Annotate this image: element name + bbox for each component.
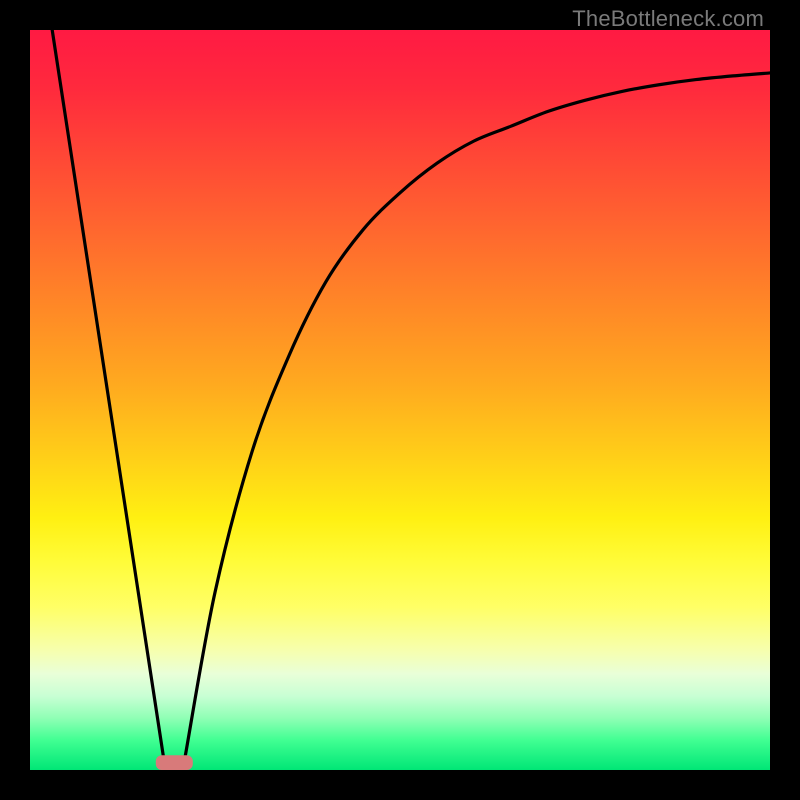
chart-frame: TheBottleneck.com [0,0,800,800]
curves-svg [30,30,770,770]
right-curve [185,73,770,755]
left-line [52,30,163,755]
valley-marker [156,755,193,770]
plot-area [30,30,770,770]
watermark-text: TheBottleneck.com [572,6,764,32]
